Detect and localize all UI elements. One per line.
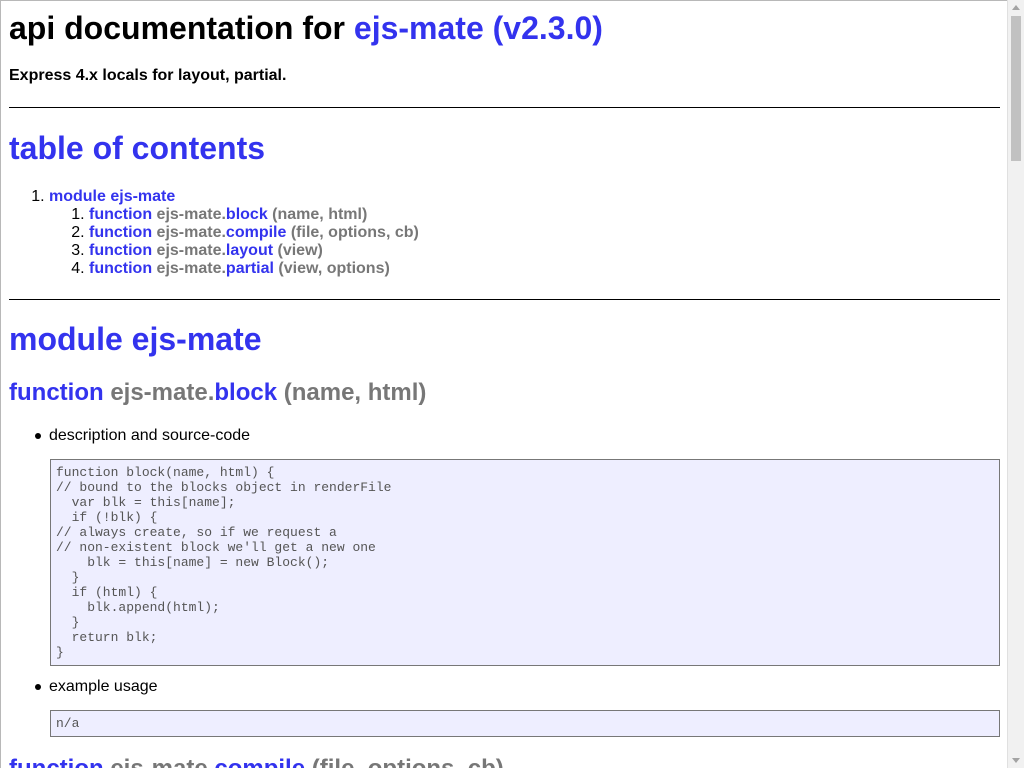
toc-function-name: block: [225, 206, 268, 223]
function-keyword: function: [9, 755, 104, 768]
toc-function-prefix: ejs-mate.: [156, 224, 226, 241]
toc-module-name: ejs-mate: [110, 188, 176, 205]
function-prefix: ejs-mate.: [110, 379, 215, 406]
function-name: compile: [214, 755, 305, 768]
toc-function-keyword: function: [89, 224, 153, 241]
toc-function-name: compile: [225, 224, 287, 241]
toc-function-prefix: ejs-mate.: [156, 260, 226, 277]
function-keyword: function: [9, 379, 104, 406]
toc-item-function: function ejs-mate.compile (file, options…: [89, 224, 419, 242]
example-label: example usage: [49, 678, 158, 695]
document-viewport: api documentation for ejs-mate (v2.3.0) …: [0, 0, 1007, 768]
page-title: api documentation for ejs-mate (v2.3.0): [9, 9, 603, 47]
toc-heading: table of contents: [9, 130, 266, 166]
scroll-up-arrow-icon[interactable]: [1008, 0, 1024, 15]
toc-function-params: (view): [277, 242, 323, 259]
toc-function-link-layout[interactable]: function ejs-mate.layout (view): [89, 242, 323, 259]
toc-item-function: function ejs-mate.partial (view, options…: [89, 260, 419, 278]
toc-function-name: partial: [225, 260, 274, 277]
toc-function-keyword: function: [89, 260, 153, 277]
function-heading-block[interactable]: function ejs-mate.block (name, html): [9, 379, 426, 407]
description-label: description and source-code: [49, 427, 251, 444]
bullet: [35, 433, 41, 439]
package-description: Express 4.x locals for layout, partial.: [9, 67, 287, 84]
vertical-scrollbar[interactable]: [1007, 0, 1024, 768]
toc-function-keyword: function: [89, 242, 153, 259]
function-params: (file, options, cb): [312, 755, 504, 768]
toc-function-link-compile[interactable]: function ejs-mate.compile (file, options…: [89, 224, 419, 241]
module-heading: module ejs-mate: [9, 321, 262, 357]
toc-function-list: function ejs-mate.block (name, html) fun…: [49, 206, 419, 278]
source-code-block: function block(name, html) { // bound to…: [50, 459, 1000, 666]
package-link[interactable]: ejs-mate (v2.3.0): [354, 10, 603, 46]
toc-function-params: (view, options): [278, 260, 390, 277]
scrollbar-thumb[interactable]: [1011, 16, 1021, 161]
bullet: [35, 684, 41, 690]
toc-module-link[interactable]: module ejs-mate: [49, 188, 175, 205]
toc-function-prefix: ejs-mate.: [156, 242, 226, 259]
toc-list: module ejs-mate function ejs-mate.block …: [9, 188, 419, 278]
toc-function-params: (file, options, cb): [290, 224, 419, 241]
toc-module-keyword: module: [49, 188, 106, 205]
toc-function-link-partial[interactable]: function ejs-mate.partial (view, options…: [89, 260, 390, 277]
divider: [9, 299, 1000, 300]
toc-item-function: function ejs-mate.block (name, html): [89, 206, 419, 224]
toc-function-params: (name, html): [272, 206, 368, 223]
function-name: block: [214, 379, 278, 406]
page-title-prefix: api documentation for: [9, 10, 354, 46]
toc-item-function: function ejs-mate.layout (view): [89, 242, 419, 260]
function-params: (name, html): [283, 379, 427, 406]
function-heading-compile[interactable]: function ejs-mate.compile (file, options…: [9, 755, 504, 768]
divider: [9, 107, 1000, 108]
function-prefix: ejs-mate.: [110, 755, 214, 768]
scroll-down-arrow-icon[interactable]: [1008, 753, 1024, 768]
toc-function-name: layout: [225, 242, 274, 259]
toc-function-keyword: function: [89, 206, 153, 223]
toc-function-link-block[interactable]: function ejs-mate.block (name, html): [89, 206, 367, 223]
toc-function-prefix: ejs-mate.: [156, 206, 226, 223]
toc-item-module: module ejs-mate function ejs-mate.block …: [49, 188, 419, 278]
example-code-block: n/a: [50, 710, 1000, 737]
